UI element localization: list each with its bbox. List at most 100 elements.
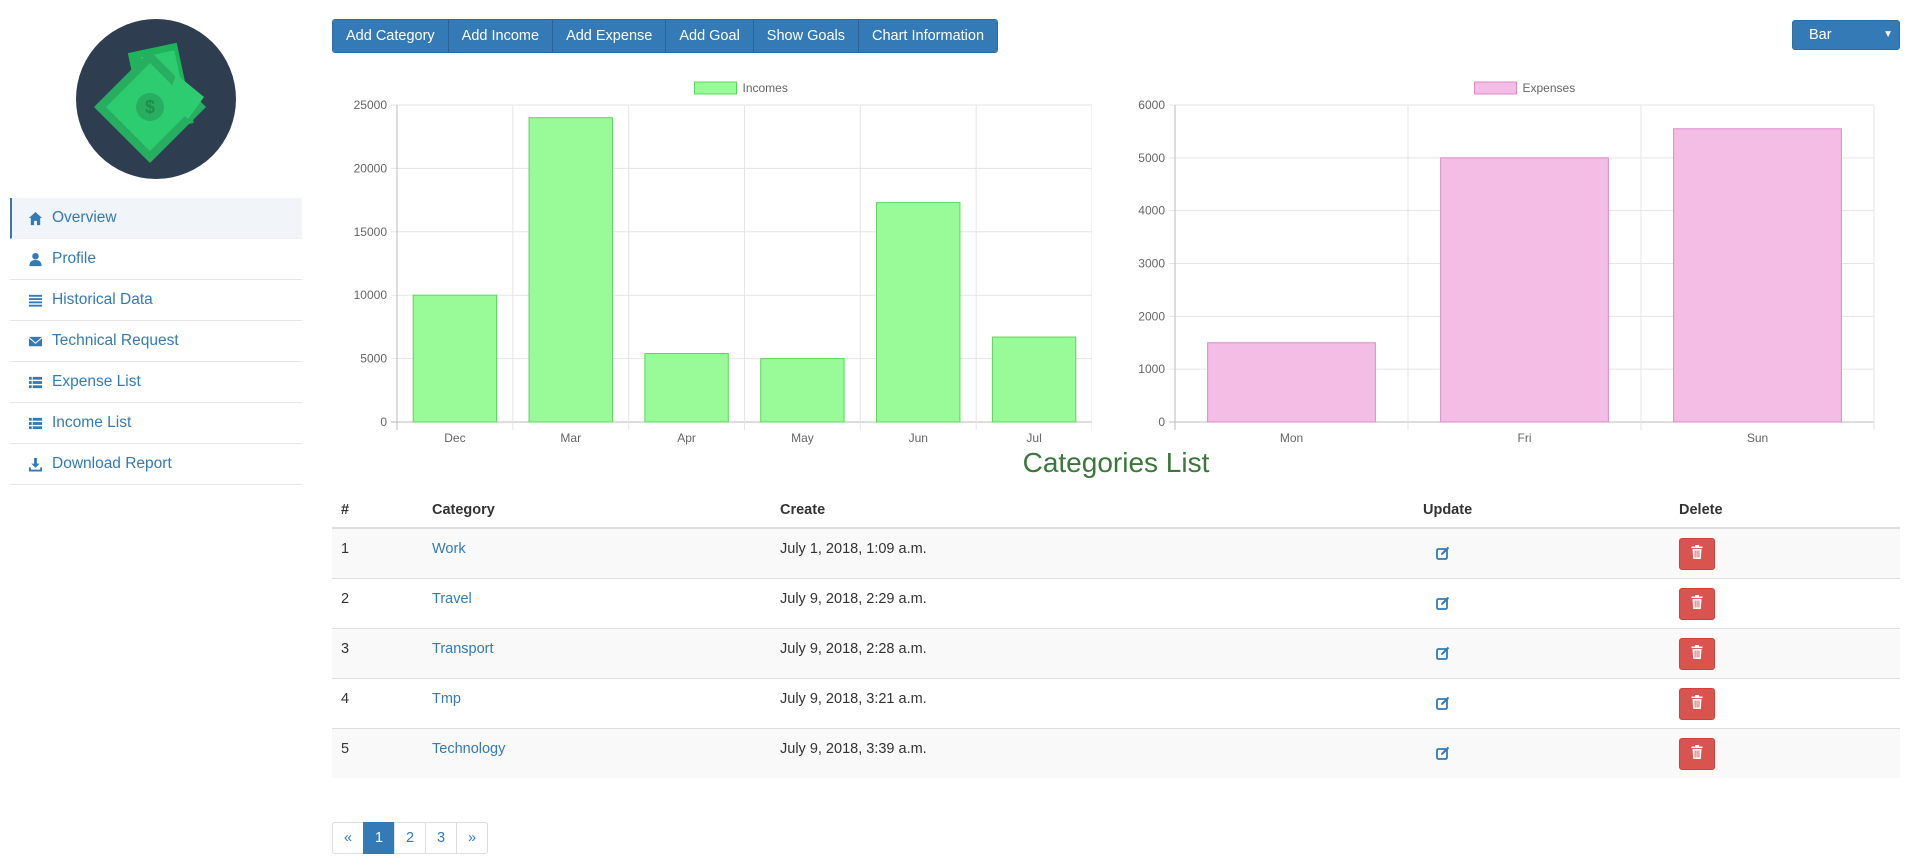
trash-icon: [1691, 744, 1703, 763]
sidebar-item-label: Overview: [52, 209, 117, 226]
y-tick-label: 2000: [1138, 309, 1165, 323]
edit-icon[interactable]: [1435, 545, 1451, 561]
trash-icon: [1691, 694, 1703, 713]
add-category-button[interactable]: Add Category: [333, 20, 449, 52]
table-row: 4 Tmp July 9, 2018, 3:21 a.m.: [332, 677, 1900, 728]
x-tick-label: Jul: [1026, 431, 1041, 445]
download-icon: [26, 455, 44, 473]
category-link[interactable]: Transport: [432, 641, 494, 657]
delete-button[interactable]: [1679, 587, 1715, 620]
envelope-icon: [26, 332, 44, 350]
y-tick-label: 25000: [354, 98, 388, 112]
add-goal-button[interactable]: Add Goal: [666, 20, 754, 52]
category-link[interactable]: Travel: [432, 591, 472, 607]
category-cell: Transport: [423, 627, 771, 678]
sidebar-item-income-list[interactable]: Income List: [10, 403, 302, 444]
bar-may[interactable]: [760, 358, 845, 423]
x-tick-label: May: [791, 431, 814, 445]
sidebar: $ Overview Profile Historical Data Technica…: [10, 0, 302, 868]
x-tick-label: Apr: [677, 431, 696, 445]
bar-mar[interactable]: [528, 117, 613, 423]
delete-cell: [1670, 727, 1900, 778]
col-header-num: #: [332, 492, 423, 529]
row-number: 3: [332, 627, 423, 678]
created-date: July 9, 2018, 2:29 a.m.: [771, 577, 1414, 628]
sidebar-item-label: Historical Data: [52, 291, 153, 308]
sidebar-item-historical-data[interactable]: Historical Data: [10, 280, 302, 321]
col-header-delete: Delete: [1670, 492, 1900, 529]
pagination-page[interactable]: 1: [363, 822, 395, 854]
delete-button[interactable]: [1679, 538, 1715, 570]
y-tick-label: 20000: [354, 161, 388, 175]
update-cell: [1414, 677, 1670, 728]
sidebar-item-overview[interactable]: Overview: [10, 198, 302, 239]
y-tick-label: 3000: [1138, 257, 1165, 271]
pagination-page[interactable]: 3: [425, 822, 457, 854]
sidebar-nav: Overview Profile Historical Data Technical …: [10, 198, 302, 485]
table-row: 1 Work July 1, 2018, 1:09 a.m.: [332, 527, 1900, 578]
row-number: 2: [332, 577, 423, 628]
pagination-prev[interactable]: «: [332, 822, 364, 854]
delete-cell: [1670, 627, 1900, 678]
legend-swatch[interactable]: [1474, 81, 1517, 95]
created-date: July 9, 2018, 3:21 a.m.: [771, 677, 1414, 728]
pagination-next[interactable]: »: [456, 822, 488, 854]
chart-information-button[interactable]: Chart Information: [858, 20, 998, 52]
money-logo: $: [76, 19, 236, 179]
bar-sun[interactable]: [1673, 128, 1842, 423]
bar-jun[interactable]: [876, 202, 961, 423]
x-tick-label: Sun: [1747, 431, 1768, 445]
edit-icon[interactable]: [1435, 745, 1451, 761]
delete-button[interactable]: [1679, 687, 1715, 720]
pagination: «1 2 3»: [332, 822, 488, 854]
row-number: 4: [332, 677, 423, 728]
bar-dec[interactable]: [412, 294, 498, 423]
sidebar-item-profile[interactable]: Profile: [10, 239, 302, 280]
col-header-update: Update: [1414, 492, 1670, 529]
y-tick-label: 5000: [360, 352, 387, 366]
edit-icon[interactable]: [1435, 645, 1451, 661]
add-expense-button[interactable]: Add Expense: [553, 20, 667, 52]
categories-list-title: Categories List: [1022, 447, 1210, 478]
legend-swatch[interactable]: [694, 81, 737, 95]
sidebar-item-expense-list[interactable]: Expense List: [10, 362, 302, 403]
update-cell: [1414, 577, 1670, 628]
x-tick-label: Mar: [560, 431, 581, 445]
chevron-down-icon: ▼: [1883, 29, 1893, 40]
update-cell: [1414, 527, 1670, 578]
expense-bar-chart: Expenses 0 1000 2000 3000 4000 5000 6000 Mon Fri S…: [1138, 81, 1875, 445]
bar-apr[interactable]: [644, 353, 729, 423]
chart-type-select[interactable]: Bar ▼: [1792, 20, 1900, 50]
category-link[interactable]: Technology: [432, 741, 505, 757]
add-income-button[interactable]: Add Income: [448, 20, 554, 52]
delete-cell: [1670, 677, 1900, 728]
edit-icon[interactable]: [1435, 695, 1451, 711]
chart-type-value: Bar: [1809, 27, 1832, 43]
update-cell: [1414, 727, 1670, 778]
edit-icon[interactable]: [1435, 595, 1451, 611]
delete-button[interactable]: [1679, 737, 1715, 770]
sidebar-item-label: Profile: [52, 250, 96, 267]
sidebar-item-technical-request[interactable]: Technical Request: [10, 321, 302, 362]
pagination-page[interactable]: 2: [394, 822, 426, 854]
income-bar-chart: Incomes 0 5000 10000 15000 20000 25000 Dec Mar Ap…: [354, 81, 1092, 445]
category-cell: Technology: [423, 727, 771, 778]
created-date: July 1, 2018, 1:09 a.m.: [771, 527, 1414, 578]
col-header-category: Category: [423, 492, 771, 529]
category-link[interactable]: Work: [432, 541, 466, 557]
trash-icon: [1691, 644, 1703, 663]
sidebar-item-download-report[interactable]: Download Report: [10, 444, 302, 485]
created-date: July 9, 2018, 2:28 a.m.: [771, 627, 1414, 678]
category-cell: Travel: [423, 577, 771, 628]
bar-jul[interactable]: [991, 336, 1077, 423]
category-link[interactable]: Tmp: [432, 691, 461, 707]
svg-text:$: $: [145, 97, 155, 117]
x-tick-label: Dec: [444, 431, 465, 445]
delete-cell: [1670, 577, 1900, 628]
bar-mon[interactable]: [1207, 342, 1376, 423]
categories-table: # Category Create Update Delete 1 Work Jul…: [332, 492, 1900, 778]
show-goals-button[interactable]: Show Goals: [753, 20, 859, 52]
bar-fri[interactable]: [1440, 157, 1609, 423]
delete-button[interactable]: [1679, 637, 1715, 670]
action-toolbar: Add Category Add Income Add Expense Add Goa…: [332, 19, 999, 53]
